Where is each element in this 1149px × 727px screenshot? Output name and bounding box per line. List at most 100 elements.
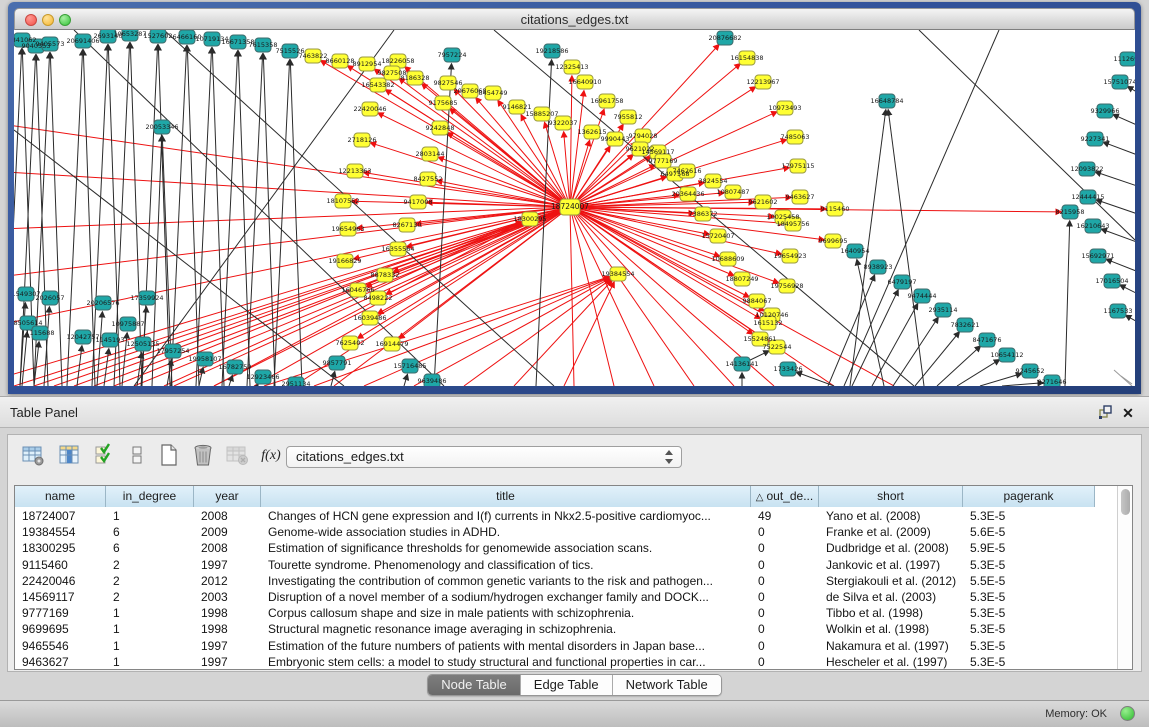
svg-text:10654112: 10654112 <box>990 351 1023 359</box>
table-row[interactable]: 946554611997Estimation of the future num… <box>15 638 1119 654</box>
table-cell: Stergiakouli et al. (2012) <box>819 573 963 589</box>
table-row[interactable]: 2242004622012Investigating the contribut… <box>15 573 1119 589</box>
table-row[interactable]: 1938455462009Genome-wide association stu… <box>15 524 1119 540</box>
memory-ok-indicator[interactable] <box>1120 706 1135 721</box>
svg-text:15524861: 15524861 <box>743 335 776 343</box>
svg-text:9417008: 9417008 <box>404 198 433 206</box>
column-header-short[interactable]: short <box>819 486 963 507</box>
svg-text:9884067: 9884067 <box>743 297 772 305</box>
table-cell: 1997 <box>194 654 261 670</box>
table-cell: 9463627 <box>15 654 106 670</box>
column-header-title[interactable]: title <box>261 486 751 507</box>
header-filler <box>1095 486 1119 507</box>
svg-text:20053346: 20053346 <box>145 123 178 131</box>
svg-text:9857791: 9857791 <box>323 359 352 367</box>
svg-text:16914479: 16914479 <box>375 340 408 348</box>
network-window-titlebar[interactable]: citations_edges.txt <box>14 8 1135 30</box>
minimize-window-button[interactable] <box>42 14 54 26</box>
table-cell: 0 <box>751 638 819 654</box>
svg-text:18495756: 18495756 <box>776 220 809 228</box>
svg-text:10975887: 10975887 <box>111 320 144 328</box>
delete-table-button[interactable] <box>224 443 250 469</box>
table-row[interactable]: 1872400712008Changes of HCN gene express… <box>15 508 1119 524</box>
table-row[interactable]: 1456911722003Disruption of a novel membe… <box>15 589 1119 605</box>
table-cell: 0 <box>751 540 819 556</box>
table-row[interactable]: 977716911998Corpus callosum shape and si… <box>15 605 1119 621</box>
table-panel-title: Table Panel <box>10 405 78 420</box>
svg-text:12093822: 12093822 <box>1070 165 1103 173</box>
svg-text:7957224: 7957224 <box>438 51 467 59</box>
svg-text:17016504: 17016504 <box>1095 277 1128 285</box>
table-panel-body: f(x) citations_edges.txt namein_degreeye… <box>7 434 1142 672</box>
svg-text:10653287: 10653287 <box>113 30 146 38</box>
table-cell: 5.5E-5 <box>963 573 1095 589</box>
table-cell: 1 <box>106 621 194 637</box>
tab-edge-table[interactable]: Edge Table <box>521 675 613 695</box>
table-cell: 5.3E-5 <box>963 654 1095 670</box>
close-window-button[interactable] <box>25 14 37 26</box>
svg-text:1615132: 1615132 <box>754 319 783 327</box>
create-column-button[interactable] <box>156 443 182 469</box>
table-cell: 2 <box>106 557 194 573</box>
scrollbar-thumb[interactable] <box>1121 489 1130 515</box>
svg-text:10688609: 10688609 <box>711 255 744 263</box>
svg-text:8498222: 8498222 <box>364 294 393 302</box>
citation-network-graph[interactable]: 1841062904055394055732069140626931401065… <box>14 30 1135 386</box>
svg-text:1115688: 1115688 <box>26 329 55 337</box>
table-selector-dropdown[interactable]: citations_edges.txt <box>286 446 682 468</box>
svg-text:7463822: 7463822 <box>299 52 328 60</box>
svg-text:16039486: 16039486 <box>353 314 386 322</box>
row-height-button[interactable] <box>124 443 150 469</box>
tab-network-table[interactable]: Network Table <box>613 675 721 695</box>
table-cell: Embryonic stem cells: a model to study s… <box>261 654 751 670</box>
network-canvas[interactable]: 1841062904055394055732069140626931401065… <box>14 30 1135 386</box>
table-row[interactable]: 1830029562008Estimation of significance … <box>15 540 1119 556</box>
table-cell: 2008 <box>194 540 261 556</box>
svg-text:15751074: 15751074 <box>1103 78 1135 86</box>
table-row[interactable]: 911546021997Tourette syndrome. Phenomeno… <box>15 557 1119 573</box>
select-rows-button[interactable] <box>92 443 118 469</box>
svg-text:10807487: 10807487 <box>716 188 749 196</box>
table-cell: Disruption of a novel member of a sodium… <box>261 589 751 605</box>
svg-text:10973493: 10973493 <box>768 104 801 112</box>
table-cell: Estimation of significance thresholds fo… <box>261 540 751 556</box>
table-row[interactable]: 969969511998Structural magnetic resonanc… <box>15 621 1119 637</box>
table-row[interactable]: 946362711997Embryonic stem cells: a mode… <box>15 654 1119 670</box>
table-cell: 0 <box>751 621 819 637</box>
table-cell: 5.3E-5 <box>963 621 1095 637</box>
column-header-pagerank[interactable]: pagerank <box>963 486 1095 507</box>
table-cell: 0 <box>751 524 819 540</box>
table-cell: Nakamura et al. (1997) <box>819 638 963 654</box>
column-header-out_de[interactable]: △out_de... <box>751 486 819 507</box>
table-settings-icon <box>21 443 45 467</box>
network-window: citations_edges.txt 18410629040553940557… <box>8 2 1141 394</box>
svg-text:1167533: 1167533 <box>1104 307 1133 315</box>
vertical-scrollbar[interactable] <box>1117 486 1132 669</box>
stacked-rows-icon <box>125 443 149 467</box>
table-mode-button[interactable] <box>20 443 46 469</box>
delete-columns-button[interactable] <box>190 443 216 469</box>
status-bar: Memory: OK <box>0 700 1149 727</box>
function-builder-button[interactable]: f(x) <box>258 443 284 469</box>
svg-text:9322037: 9322037 <box>549 119 578 127</box>
column-header-year[interactable]: year <box>194 486 261 507</box>
svg-text:8660128: 8660128 <box>326 57 355 65</box>
table-cell: 5.9E-5 <box>963 540 1095 556</box>
sort-ascending-icon: △ <box>756 492 764 503</box>
svg-text:9621602: 9621602 <box>749 198 778 206</box>
table-cell: 0 <box>751 557 819 573</box>
float-panel-button[interactable] <box>1097 404 1115 422</box>
table-cell: 18724007 <box>15 508 106 524</box>
svg-text:9329966: 9329966 <box>1091 107 1120 115</box>
tab-node-table[interactable]: Node Table <box>428 675 521 695</box>
table-cell: 1 <box>106 508 194 524</box>
svg-text:8267130: 8267130 <box>393 221 422 229</box>
close-panel-button[interactable]: ✕ <box>1119 404 1137 422</box>
show-columns-button[interactable] <box>56 443 82 469</box>
table-cell: Tourette syndrome. Phenomenology and cla… <box>261 557 751 573</box>
svg-text:2026057: 2026057 <box>36 294 65 302</box>
column-header-in_degree[interactable]: in_degree <box>106 486 194 507</box>
svg-text:19218586: 19218586 <box>535 47 568 55</box>
maximize-window-button[interactable] <box>59 14 71 26</box>
column-header-name[interactable]: name <box>15 486 106 507</box>
